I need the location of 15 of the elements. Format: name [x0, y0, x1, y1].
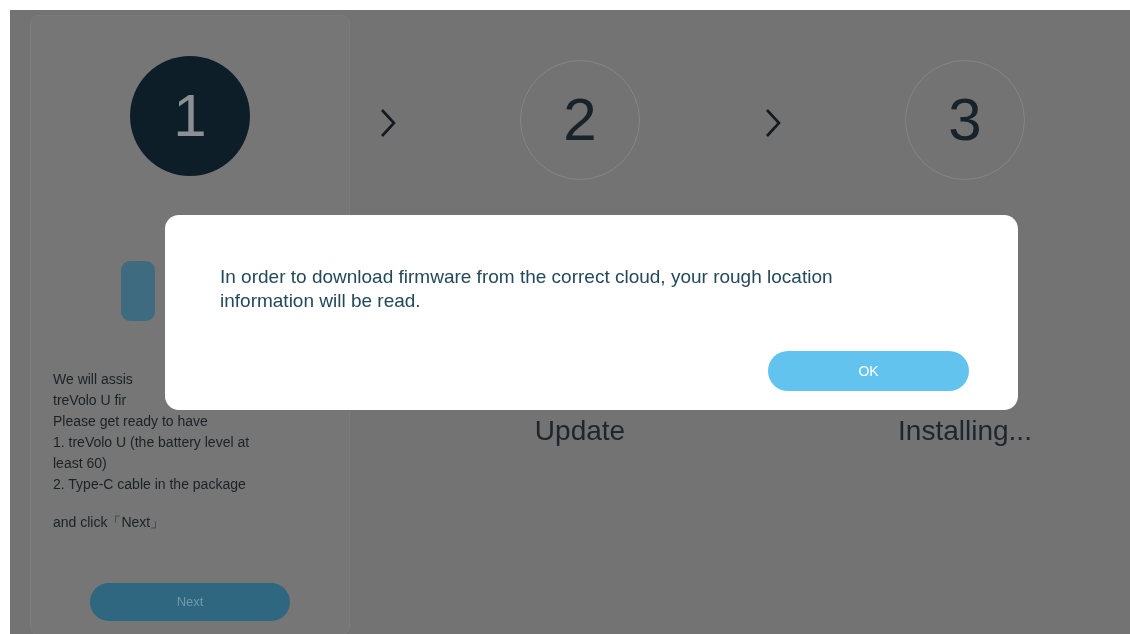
step-label: Installing... [898, 416, 1032, 447]
instruction-text: Please get ready to have [53, 412, 209, 431]
step-label: Update [534, 416, 626, 447]
instruction-text: 2. Type-C cable in the package [53, 475, 247, 494]
device-icon [121, 261, 155, 321]
instruction-text: treVolo U fir [53, 391, 128, 410]
chevron-icon [764, 108, 781, 138]
instruction-text: 1. treVolo U (the battery level at least 60) [53, 433, 251, 473]
chevron-icon [379, 108, 396, 138]
next-button[interactable]: Next [90, 583, 290, 621]
ok-button[interactable]: OK [768, 351, 969, 391]
step-number: 1 [130, 56, 250, 176]
dialog-message: In order to download firmware from the correct cloud, your rough location information will be read. [220, 265, 834, 313]
instruction-text: We will assis [53, 370, 134, 389]
instruction-text: and click「Next」 [53, 513, 166, 532]
